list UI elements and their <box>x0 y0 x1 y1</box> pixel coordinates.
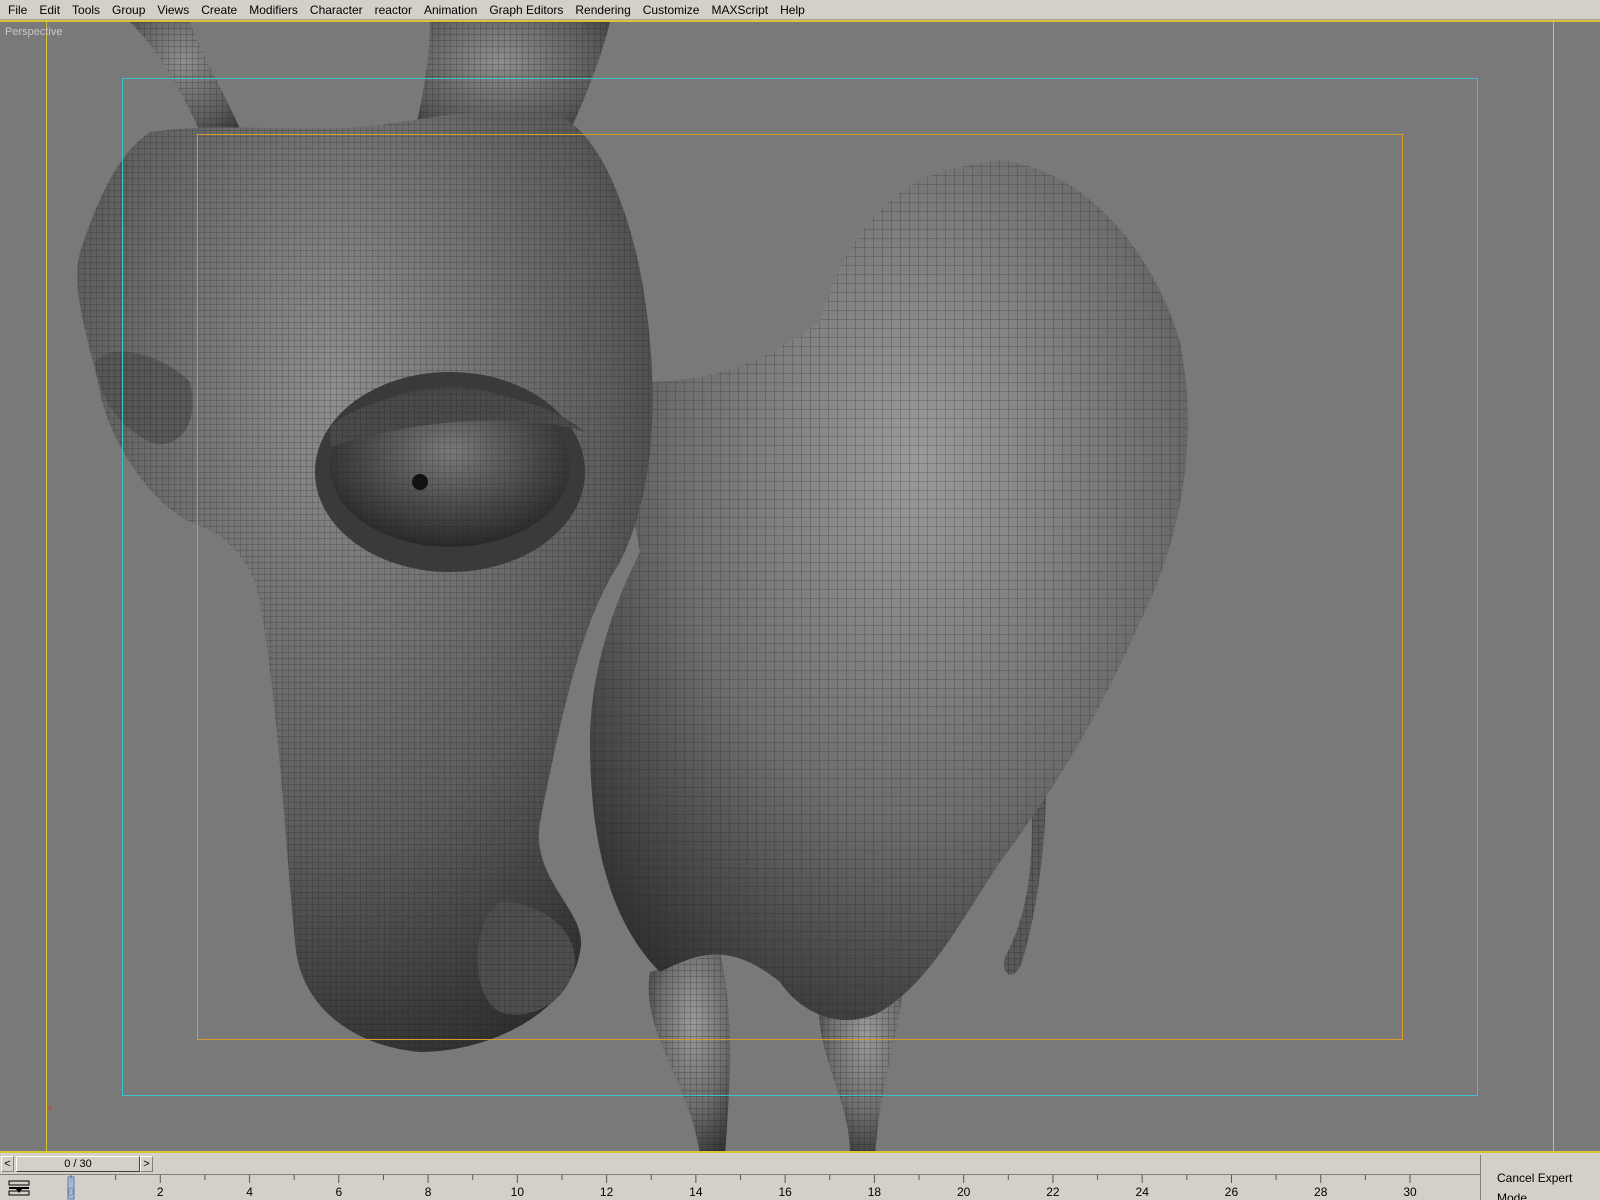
axis-tripod: x <box>48 1102 53 1112</box>
menu-tools[interactable]: Tools <box>66 1 106 19</box>
trackbar-tick-label: 30 <box>1403 1185 1417 1199</box>
trackbar-tick-label: 26 <box>1225 1185 1239 1199</box>
menu-modifiers[interactable]: Modifiers <box>243 1 304 19</box>
trackbar[interactable]: 024681012141618202224262830 <box>0 1174 1480 1200</box>
trackbar-tick-label: 28 <box>1314 1185 1328 1199</box>
safe-frame-title <box>197 134 1403 1040</box>
trackbar-tick-label: 14 <box>689 1185 703 1199</box>
trackbar-tick-label: 8 <box>425 1185 432 1199</box>
menu-views[interactable]: Views <box>151 1 195 19</box>
menu-file[interactable]: File <box>2 1 33 19</box>
time-slider: < 0 / 30 > <box>0 1155 1480 1173</box>
menu-customize[interactable]: Customize <box>637 1 706 19</box>
menu-maxscript[interactable]: MAXScript <box>705 1 774 19</box>
trackbar-tick-label: 18 <box>868 1185 882 1199</box>
menu-rendering[interactable]: Rendering <box>569 1 636 19</box>
menu-create[interactable]: Create <box>195 1 243 19</box>
menu-character[interactable]: Character <box>304 1 369 19</box>
trackbar-tick-label: 16 <box>778 1185 792 1199</box>
menu-animation[interactable]: Animation <box>418 1 483 19</box>
menu-edit[interactable]: Edit <box>33 1 66 19</box>
viewport-label[interactable]: Perspective <box>5 26 62 38</box>
time-slider-prev-button[interactable]: < <box>1 1156 14 1172</box>
time-slider-thumb[interactable]: 0 / 30 <box>16 1156 140 1172</box>
trackbar-tick-label: 10 <box>511 1185 525 1199</box>
current-frame-marker[interactable] <box>67 1176 75 1200</box>
trackbar-tick-label: 12 <box>600 1185 614 1199</box>
cancel-expert-mode-button[interactable]: Cancel Expert Mode <box>1487 1168 1597 1200</box>
trackbar-tick-label: 24 <box>1136 1185 1150 1199</box>
trackbar-tick-label: 2 <box>157 1185 164 1199</box>
trackbar-tick-label: 20 <box>957 1185 971 1199</box>
timeline-filter-icon[interactable] <box>8 1180 30 1196</box>
trackbar-tick-label: 4 <box>246 1185 253 1199</box>
menu-reactor[interactable]: reactor <box>369 1 418 19</box>
trackbar-ruler[interactable]: 024681012141618202224262830 <box>60 1175 1480 1200</box>
menu-graph-editors[interactable]: Graph Editors <box>483 1 569 19</box>
time-slider-next-button[interactable]: > <box>140 1156 153 1172</box>
menu-help[interactable]: Help <box>774 1 811 19</box>
menu-group[interactable]: Group <box>106 1 151 19</box>
perspective-viewport[interactable]: Perspective x <box>0 20 1600 1153</box>
expert-mode-panel: Cancel Expert Mode <box>1480 1155 1600 1200</box>
trackbar-tick-label: 6 <box>335 1185 342 1199</box>
trackbar-tick-label: 22 <box>1046 1185 1060 1199</box>
menu-bar: File Edit Tools Group Views Create Modif… <box>0 0 1600 20</box>
